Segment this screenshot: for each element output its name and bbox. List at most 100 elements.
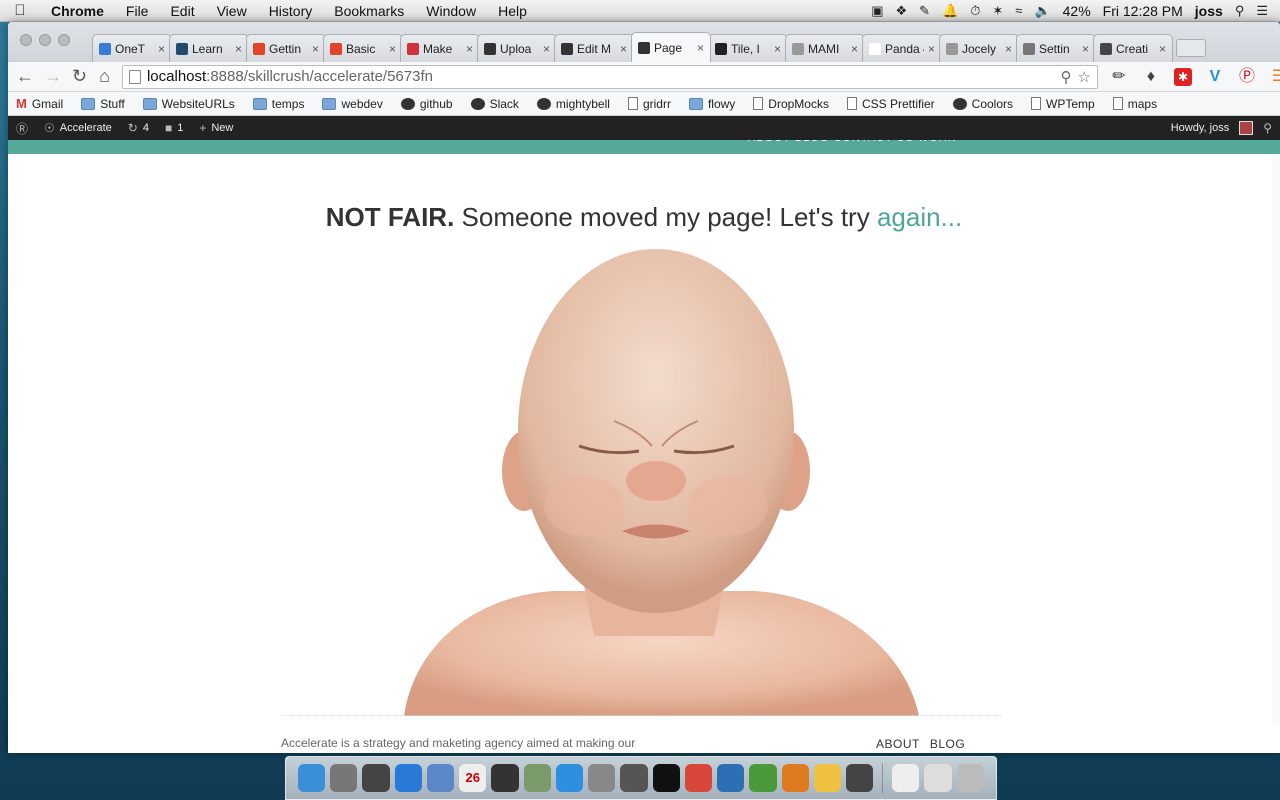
tab-5[interactable]: Uploa × [477,34,557,62]
close-tab-icon[interactable]: × [1082,42,1089,56]
eyedropper-extension-icon[interactable]: ✏ [1110,68,1128,86]
user-name[interactable]: joss [1195,3,1223,19]
menu-chrome[interactable]: Chrome [40,3,115,19]
downloads-icon[interactable] [924,764,952,792]
clock[interactable]: Fri 12:28 PM [1103,3,1183,19]
bookmark-stuff[interactable]: Stuff [81,97,125,111]
bookmark-webdev[interactable]: webdev [322,97,383,111]
bookmark-github[interactable]: github [400,97,453,111]
close-tab-icon[interactable]: × [774,42,781,56]
close-tab-icon[interactable]: × [158,42,165,56]
battery-percentage[interactable]: 42% [1063,3,1091,19]
tab-8[interactable]: Tile, I × [708,34,788,62]
bookmark-flowy[interactable]: flowy [688,97,735,111]
tab-0[interactable]: OneT × [92,34,172,62]
close-tab-icon[interactable]: × [543,42,550,56]
launchpad-icon[interactable] [330,764,358,792]
appstore-icon[interactable] [555,764,584,792]
menu-bookmarks[interactable]: Bookmarks [323,3,415,19]
bookmark-coolors[interactable]: Coolors [952,97,1013,111]
notification-bell-icon[interactable]: 🔔 [942,3,958,19]
close-tab-icon[interactable]: × [389,42,396,56]
bluetooth-icon[interactable]: ✶ [992,3,1003,19]
terminal-icon[interactable] [652,764,680,792]
menu-help[interactable]: Help [487,3,538,19]
address-bar[interactable]: localhost:8888/skillcrush/accelerate/567… [121,64,1098,89]
finder-icon[interactable] [298,764,326,792]
github-desktop-icon[interactable] [845,764,874,792]
search-icon[interactable]: ⚲ [1061,68,1072,86]
footer-nav-blog[interactable]: BLOG [930,737,965,751]
bookmark-wptemp[interactable]: WPTemp [1031,97,1095,111]
mission-control-icon[interactable] [620,764,648,792]
dashboard-icon[interactable] [362,764,390,792]
bookmark-mightybell[interactable]: mightybell [536,97,610,111]
bookmark-star-icon[interactable]: ☆ [1078,68,1091,86]
bookmark-websiteurls[interactable]: WebsiteURLs [142,97,235,111]
evernote-extension-icon[interactable]: ♦ [1142,68,1160,86]
tab-3[interactable]: Basic × [323,34,403,62]
try-again-link[interactable]: again... [877,202,962,232]
close-tab-icon[interactable]: × [1005,42,1012,56]
red-extension-icon[interactable]: ✱ [1173,67,1192,86]
wp-howdy[interactable]: Howdy, joss [1171,122,1229,134]
text-editor-icon[interactable] [717,764,745,792]
menu-edit[interactable]: Edit [159,3,205,19]
reload-icon[interactable]: ↻ [72,66,87,87]
time-machine-icon[interactable]: ⏱ [970,3,980,19]
trash-icon[interactable] [956,764,984,792]
pinterest-icon[interactable]: Ⓟ [1238,68,1256,86]
bookmark-dropmocks[interactable]: DropMocks [753,97,829,111]
preview-icon[interactable] [523,764,551,792]
screen-icon[interactable]: ▣ [871,3,883,19]
home-icon[interactable]: ⌂ [99,66,110,87]
footer-nav-about[interactable]: ABOUT [876,737,920,751]
bookmark-gmail[interactable]: M Gmail [16,96,63,111]
close-tab-icon[interactable]: × [928,42,935,56]
bookmark-css-prettifier[interactable]: CSS Prettifier [846,97,935,111]
zoom-window-button[interactable] [58,34,70,46]
tab-6[interactable]: Edit M × [554,34,634,62]
tab-12[interactable]: Settin × [1016,34,1096,62]
tab-4[interactable]: Make × [400,34,480,62]
bookmark-gridrr[interactable]: gridrr [627,97,671,111]
scrollbar[interactable] [1272,154,1280,725]
evernote-icon[interactable] [749,764,777,792]
close-tab-icon[interactable]: × [851,42,858,56]
calendar-icon[interactable]: 26 [459,764,487,792]
close-tab-icon[interactable]: × [620,42,627,56]
chrome-menu-icon[interactable]: ☰ [1270,68,1280,86]
wordpress-logo-icon[interactable]: Ⓡ [16,120,28,137]
chrome-icon[interactable] [684,764,713,792]
wp-search-icon[interactable]: ⚲ [1263,121,1272,135]
close-window-button[interactable] [20,34,32,46]
v-extension-icon[interactable]: V [1206,68,1224,86]
wp-new-link[interactable]: + New [199,121,233,135]
wp-site-link[interactable]: ☉ Accelerate [44,121,112,135]
wifi-icon[interactable]: ≈ [1015,3,1022,18]
system-preferences-icon[interactable] [588,764,616,792]
close-tab-icon[interactable]: × [466,42,473,56]
bookmark-slack[interactable]: Slack [470,97,519,111]
menu-history[interactable]: History [258,3,324,19]
tab-11[interactable]: Jocely × [939,34,1019,62]
mail-icon[interactable] [426,764,455,792]
menu-view[interactable]: View [206,3,258,19]
close-tab-icon[interactable]: × [697,41,704,55]
spotlight-icon[interactable]: ⚲ [1235,3,1245,19]
back-icon[interactable]: ← [16,66,34,87]
tab-7[interactable]: Page × [631,32,711,62]
apple-menu-icon[interactable]:  [0,2,40,19]
new-tab-button[interactable] [1176,39,1206,57]
wp-updates-link[interactable]: ↻ 4 [128,121,149,135]
minimize-window-button[interactable] [39,34,51,46]
tab-13[interactable]: Creati × [1093,34,1173,62]
bookmark-temps[interactable]: temps [252,97,304,111]
notification-center-icon[interactable]: ☰ [1256,3,1268,19]
tab-9[interactable]: MAMI × [785,34,865,62]
sublime-icon[interactable] [781,764,809,792]
close-tab-icon[interactable]: × [1159,42,1166,56]
evernote-icon[interactable]: ✎ [919,3,930,19]
documents-icon[interactable] [892,764,920,792]
pencil-icon[interactable] [813,764,841,792]
